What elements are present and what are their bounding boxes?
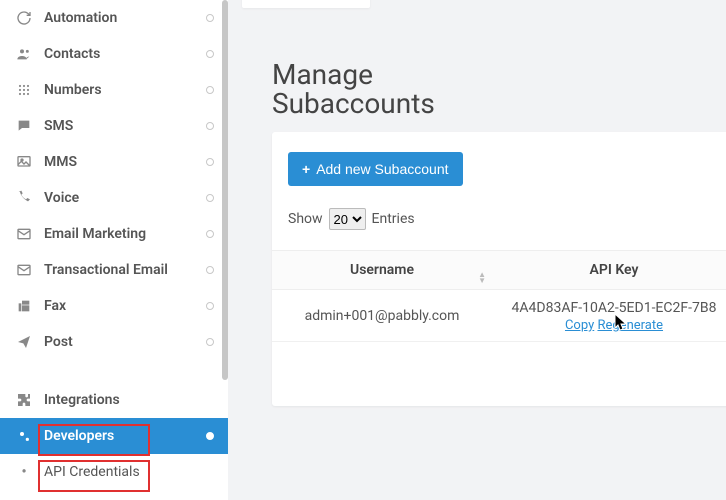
- comment-icon: [14, 118, 34, 134]
- sidebar-item-sms[interactable]: SMS: [0, 108, 228, 144]
- users-icon: [14, 46, 34, 62]
- sidebar-item-label: Fax: [34, 298, 206, 314]
- expand-indicator-icon: [206, 14, 214, 22]
- image-icon: [14, 154, 34, 170]
- fax-icon: [14, 298, 34, 314]
- expand-indicator-icon: [206, 50, 214, 58]
- sidebar-item-label: Email Marketing: [34, 226, 206, 242]
- sort-icon: ▲▼: [478, 272, 486, 284]
- sidebar-item-mms[interactable]: MMS: [0, 144, 228, 180]
- cogs-icon: [14, 428, 34, 444]
- expand-indicator-icon: [206, 230, 214, 238]
- sidebar-item-transactional-email[interactable]: Transactional Email: [0, 252, 228, 288]
- entries-label: Entries: [372, 211, 415, 227]
- main-content: Manage Subaccounts + Add new Subaccount …: [228, 0, 726, 500]
- regenerate-link[interactable]: Regenerate: [597, 318, 663, 333]
- sidebar-item-label: SMS: [34, 118, 206, 134]
- expand-indicator-icon: [206, 266, 214, 274]
- sidebar-item-developers[interactable]: Developers: [0, 418, 228, 454]
- column-label: API Key: [590, 262, 639, 278]
- envelope-icon: [14, 262, 34, 278]
- expand-indicator-icon: [206, 432, 214, 440]
- sidebar-item-label: Developers: [34, 428, 206, 444]
- sidebar-divider: [0, 360, 228, 382]
- sidebar-item-label: Integrations: [34, 392, 214, 408]
- page-title-line1: Manage: [272, 58, 373, 91]
- paper-plane-icon: [14, 334, 34, 350]
- plus-icon: +: [302, 161, 310, 177]
- expand-indicator-icon: [206, 338, 214, 346]
- show-label: Show: [288, 211, 323, 227]
- sidebar-item-email-marketing[interactable]: Email Marketing: [0, 216, 228, 252]
- sidebar-item-numbers[interactable]: Numbers: [0, 72, 228, 108]
- sidebar: Automation Contacts Numbers SMS MMS: [0, 0, 228, 500]
- column-apikey[interactable]: API Key: [492, 262, 726, 278]
- sidebar-item-label: Numbers: [34, 82, 206, 98]
- expand-indicator-icon: [206, 122, 214, 130]
- sidebar-item-label: Automation: [34, 10, 206, 26]
- phone-icon: [14, 190, 34, 206]
- refresh-icon: [14, 10, 34, 26]
- expand-indicator-icon: [206, 86, 214, 94]
- sidebar-item-post[interactable]: Post: [0, 324, 228, 360]
- puzzle-icon: [14, 392, 34, 408]
- table-row: admin+001@pabbly.com 4A4D83AF-10A2-5ED1-…: [272, 290, 726, 342]
- sidebar-item-label: Post: [34, 334, 206, 350]
- cell-username: admin+001@pabbly.com: [272, 308, 492, 324]
- sidebar-item-automation[interactable]: Automation: [0, 0, 228, 36]
- sidebar-item-voice[interactable]: Voice: [0, 180, 228, 216]
- apikey-actions: Copy Regenerate: [492, 318, 726, 333]
- apikey-text: 4A4D83AF-10A2-5ED1-EC2F-7B8: [492, 300, 726, 316]
- copy-link[interactable]: Copy: [565, 318, 594, 333]
- add-button-label: Add new Subaccount: [316, 161, 448, 177]
- column-label: Username: [350, 262, 414, 278]
- sidebar-item-fax[interactable]: Fax: [0, 288, 228, 324]
- sidebar-item-label: Contacts: [34, 46, 206, 62]
- cell-apikey: 4A4D83AF-10A2-5ED1-EC2F-7B8 Copy Regener…: [492, 298, 726, 333]
- expand-indicator-icon: [206, 194, 214, 202]
- sidebar-item-integrations[interactable]: Integrations: [0, 382, 228, 418]
- add-subaccount-button[interactable]: + Add new Subaccount: [288, 152, 463, 186]
- page-title-line2: Subaccounts: [272, 87, 435, 120]
- envelope-icon: [14, 226, 34, 242]
- expand-indicator-icon: [206, 158, 214, 166]
- sidebar-sub-api-credentials[interactable]: • API Credentials: [0, 454, 228, 490]
- entries-selector: Show 20 Entries: [288, 208, 415, 230]
- sidebar-item-label: MMS: [34, 154, 206, 170]
- sidebar-item-label: Transactional Email: [34, 262, 206, 278]
- card-remnant: [242, 0, 370, 8]
- bullet-icon: •: [14, 464, 34, 480]
- dialpad-icon: [14, 82, 34, 98]
- subaccounts-card: + Add new Subaccount Show 20 Entries Use…: [272, 132, 726, 406]
- sidebar-sub-label: API Credentials: [34, 464, 140, 480]
- column-username[interactable]: Username ▲▼: [272, 262, 492, 278]
- page-title: Manage Subaccounts: [272, 60, 472, 119]
- page-size-select[interactable]: 20: [329, 208, 366, 230]
- sidebar-item-contacts[interactable]: Contacts: [0, 36, 228, 72]
- table-header: Username ▲▼ API Key: [272, 250, 726, 290]
- expand-indicator-icon: [206, 302, 214, 310]
- sidebar-item-label: Voice: [34, 190, 206, 206]
